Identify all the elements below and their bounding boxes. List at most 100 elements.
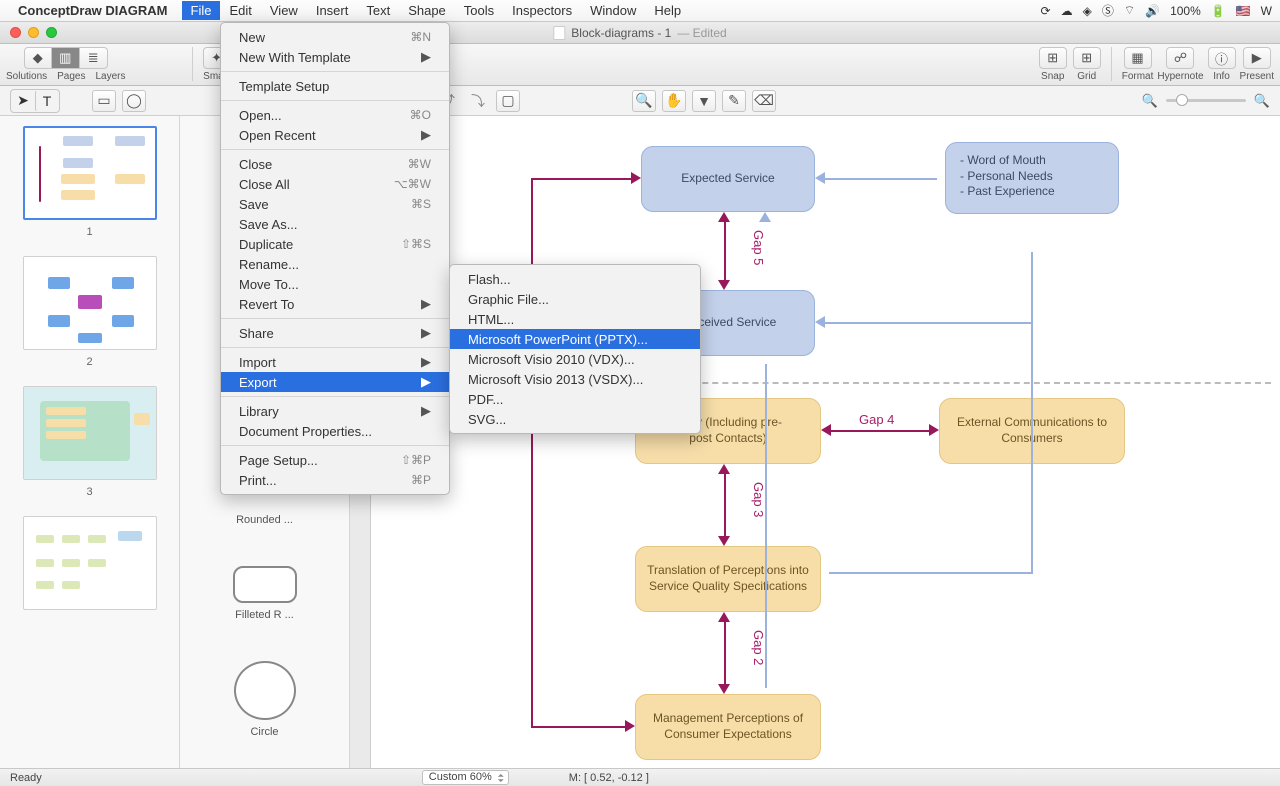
export-menu-item[interactable]: Flash... xyxy=(450,269,700,289)
file-menu-item[interactable]: Export▶ xyxy=(221,372,449,392)
pointer-tool[interactable]: ➤ xyxy=(11,90,35,112)
export-menu-item[interactable]: Microsoft PowerPoint (PPTX)... xyxy=(450,329,700,349)
file-menu-item[interactable]: Library▶ xyxy=(221,401,449,421)
format-button[interactable]: ▦ xyxy=(1124,47,1152,69)
gap5-label: Gap 5 xyxy=(751,230,766,265)
tool-strip: ➤ T ▭ ◯ 🖌 ↗ ⤴ ⤵ ▢ 🔍 ✋ ▼ ✎ ⌫ 🔍 🔍 xyxy=(0,86,1280,116)
menu-view[interactable]: View xyxy=(261,1,307,20)
node-word-of-mouth[interactable]: - Word of Mouth - Personal Needs - Past … xyxy=(945,142,1119,214)
menu-text[interactable]: Text xyxy=(357,1,399,20)
file-menu-item[interactable]: Move To... xyxy=(221,274,449,294)
zoom-in-icon[interactable]: 🔍 xyxy=(1254,93,1270,109)
hand-tool[interactable]: ✋ xyxy=(662,90,686,112)
window-titlebar: Block-diagrams - 1 — Edited xyxy=(0,22,1280,44)
status-icon: ⟳ xyxy=(1041,4,1051,18)
solutions-label: Solutions xyxy=(6,71,47,82)
export-menu-item[interactable]: Microsoft Visio 2013 (VSDX)... xyxy=(450,369,700,389)
file-menu-item[interactable]: Print...⌘P xyxy=(221,470,449,490)
export-menu-item[interactable]: SVG... xyxy=(450,409,700,429)
hypernote-button[interactable]: ☍ xyxy=(1166,47,1194,69)
grid-button[interactable]: ⊞ xyxy=(1073,47,1101,69)
file-menu-item[interactable]: Page Setup...⇧⌘P xyxy=(221,450,449,470)
export-menu-item[interactable]: Graphic File... xyxy=(450,289,700,309)
shape-preview-circle[interactable] xyxy=(234,661,296,720)
page-thumbnail-3[interactable] xyxy=(23,386,157,480)
stamp-tool[interactable]: ▼ xyxy=(692,90,716,112)
file-menu-item[interactable]: Open Recent▶ xyxy=(221,125,449,145)
file-menu-item[interactable]: New With Template▶ xyxy=(221,47,449,67)
file-menu-item[interactable]: Template Setup xyxy=(221,76,449,96)
flag-icon: 🇺🇸 xyxy=(1236,4,1251,18)
file-menu-item[interactable]: Close⌘W xyxy=(221,154,449,174)
menu-help[interactable]: Help xyxy=(645,1,690,20)
export-menu-item[interactable]: Microsoft Visio 2010 (VDX)... xyxy=(450,349,700,369)
node-management[interactable]: Management Perceptions of Consumer Expec… xyxy=(635,694,821,760)
node-translation[interactable]: Translation of Perceptions into Service … xyxy=(635,546,821,612)
shape-label-circle: Circle xyxy=(250,726,278,738)
status-icons: ⟳ ☁ ◈ Ⓢ ⌔ 🔊 100% 🔋 🇺🇸 W xyxy=(1041,2,1272,19)
rect-shape-tool[interactable]: ▭ xyxy=(92,90,116,112)
pages-button[interactable]: ▥ xyxy=(52,47,80,69)
file-menu-item[interactable]: Save As... xyxy=(221,214,449,234)
shape-preview-rounded[interactable] xyxy=(233,566,297,602)
menu-tools[interactable]: Tools xyxy=(455,1,503,20)
file-menu-item[interactable]: Save⌘S xyxy=(221,194,449,214)
menu-edit[interactable]: Edit xyxy=(220,1,260,20)
file-menu-item[interactable]: Open...⌘O xyxy=(221,105,449,125)
cloud-icon: ☁ xyxy=(1061,4,1073,18)
file-menu-item[interactable]: Document Properties... xyxy=(221,421,449,441)
shape-label-filleted: Filleted R ... xyxy=(235,609,294,621)
node-expected-service[interactable]: Expected Service xyxy=(641,146,815,212)
present-button[interactable]: ▶ xyxy=(1243,47,1271,69)
layers-button[interactable]: ≣ xyxy=(80,47,108,69)
file-menu-item[interactable]: Share▶ xyxy=(221,323,449,343)
close-window-button[interactable] xyxy=(10,27,21,38)
solutions-button[interactable]: ◆ xyxy=(24,47,52,69)
app-name[interactable]: ConceptDraw DIAGRAM xyxy=(18,3,168,18)
file-menu-item[interactable]: New⌘N xyxy=(221,27,449,47)
skype-icon: Ⓢ xyxy=(1102,2,1114,19)
menu-insert[interactable]: Insert xyxy=(307,1,358,20)
canvas-area[interactable]: Expected Service Perceived Service - Wor… xyxy=(350,116,1280,768)
minimize-window-button[interactable] xyxy=(28,27,39,38)
info-button[interactable]: ⓘ xyxy=(1208,47,1236,69)
shape-label-rounded: Rounded ... xyxy=(236,514,293,526)
menu-file[interactable]: File xyxy=(182,1,221,20)
battery-percent: 100% xyxy=(1170,4,1201,18)
zoom-window-button[interactable] xyxy=(46,27,57,38)
page-thumbnail-1[interactable] xyxy=(23,126,157,220)
system-menubar: ConceptDraw DIAGRAM FileEditViewInsertTe… xyxy=(0,0,1280,22)
document-title[interactable]: Block-diagrams - 1 xyxy=(571,26,671,40)
dropbox-icon: ◈ xyxy=(1083,4,1092,18)
file-menu-item[interactable]: Import▶ xyxy=(221,352,449,372)
zoom-tool[interactable]: 🔍 xyxy=(632,90,656,112)
eyedropper-tool[interactable]: ✎ xyxy=(722,90,746,112)
zoom-out-icon[interactable]: 🔍 xyxy=(1142,93,1158,109)
menu-window[interactable]: Window xyxy=(581,1,645,20)
file-menu-item[interactable]: Close All⌥⌘W xyxy=(221,174,449,194)
page-number-1: 1 xyxy=(86,226,92,238)
snap-button[interactable]: ⊞ xyxy=(1039,47,1067,69)
page-number-2: 2 xyxy=(86,356,92,368)
zoom-slider[interactable]: 🔍 🔍 xyxy=(1142,93,1270,109)
eraser-tool[interactable]: ⌫ xyxy=(752,90,776,112)
main-toolbar: ◆ ▥ ≣ Solutions Pages Layers ✦Smart ⊞Rap… xyxy=(0,44,1280,86)
zoom-select[interactable]: Custom 60% xyxy=(422,770,509,785)
export-menu-item[interactable]: HTML... xyxy=(450,309,700,329)
page-thumbnail-2[interactable] xyxy=(23,256,157,350)
connector-tool-3[interactable]: ⤵ xyxy=(466,90,490,112)
menu-inspectors[interactable]: Inspectors xyxy=(503,1,581,20)
file-menu-dropdown: New⌘NNew With Template▶ Template Setup Ope… xyxy=(220,22,450,495)
export-menu-item[interactable]: PDF... xyxy=(450,389,700,409)
text-tool[interactable]: T xyxy=(35,90,59,112)
menu-shape[interactable]: Shape xyxy=(399,1,455,20)
battery-icon: 🔋 xyxy=(1211,4,1226,18)
file-menu-item[interactable]: Rename... xyxy=(221,254,449,274)
file-menu-item[interactable]: Revert To▶ xyxy=(221,294,449,314)
document-icon xyxy=(553,26,565,40)
file-menu-item[interactable]: Duplicate⇧⌘S xyxy=(221,234,449,254)
note-tool[interactable]: ▢ xyxy=(496,90,520,112)
page-thumbnail-4[interactable] xyxy=(23,516,157,610)
gap2-label: Gap 2 xyxy=(751,630,766,665)
ellipse-shape-tool[interactable]: ◯ xyxy=(122,90,146,112)
